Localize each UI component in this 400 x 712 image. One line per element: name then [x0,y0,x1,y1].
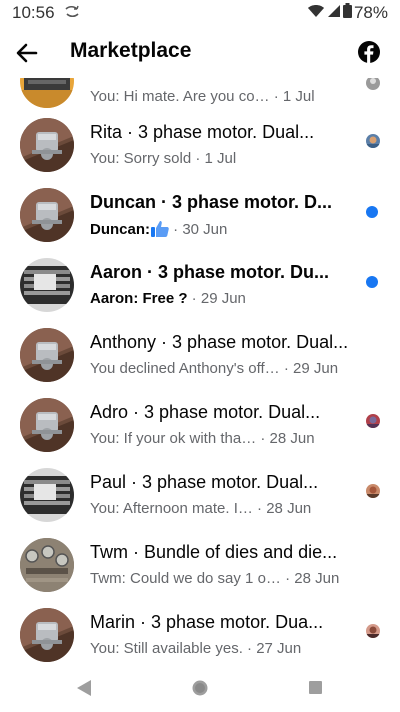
conversation-preview: You declined Anthony's off… · 29 Jun [90,360,338,377]
conversation-row[interactable]: Anthony · 3 phase motor. Dual... You dec… [0,320,400,390]
conversation-row[interactable]: Paul · 3 phase motor. Dual... You: After… [0,460,400,530]
conversation-title: Twm · Bundle of dies and die... [90,542,338,562]
preview-sender: Duncan: [90,221,150,238]
battery-icon [342,3,352,23]
conversation-preview: Duncan: · 30 Jun [90,220,227,241]
listing-thumbnail [20,258,74,312]
seen-avatar [366,134,380,148]
conversation-title: Adro · 3 phase motor. Dual... [90,402,321,422]
listing-thumbnail [20,78,74,108]
conversation-list[interactable]: You: Hi mate. Are you co… · 1 Jul Rita ·… [0,78,400,664]
signal-icon [327,3,341,23]
facebook-icon [358,41,380,63]
conversation-preview: Aaron: Free ? · 29 Jun [90,290,246,307]
conversation-row[interactable]: Aaron · 3 phase motor. Du... Aaron: Free… [0,250,400,320]
unread-indicator [366,276,378,288]
conversation-row[interactable]: Marin · 3 phase motor. Dua... You: Still… [0,600,400,664]
conversation-title: Aaron · 3 phase motor. Du... [90,262,330,282]
battery-percent: 78% [353,3,388,22]
page-title: Marketplace [70,39,192,62]
listing-thumbnail [20,608,74,662]
app-bar: Marketplace [0,26,400,78]
seen-avatar [366,484,380,498]
listing-thumbnail [20,538,74,592]
preview-date: · 29 Jun [187,290,246,307]
conversation-title: Marin · 3 phase motor. Dua... [90,612,324,632]
conversation-title: Paul · 3 phase motor. Dual... [90,472,319,492]
preview-text: You: Still available yes. · 27 Jun [90,640,302,657]
preview-text: Twm: Could we do say 1 o… · 28 Jun [90,570,340,587]
square-recents-icon[interactable] [308,680,323,700]
preview-text: You: Sorry sold · 1 Jul [90,150,237,167]
preview-text: You: If your ok with tha… · 28 Jun [90,430,315,447]
conversation-title: Duncan · 3 phase motor. D... [90,192,333,212]
triangle-back-icon[interactable] [76,679,92,702]
arrow-left-icon [16,43,38,63]
conversation-preview: You: Hi mate. Are you co… · 1 Jul [90,88,315,105]
conversation-row[interactable]: Twm · Bundle of dies and die... Twm: Cou… [0,530,400,600]
seen-avatar [366,624,380,638]
listing-thumbnail [20,188,74,242]
thumbs-up-icon [151,220,169,241]
circle-home-icon[interactable] [191,679,209,702]
unread-indicator [366,206,378,218]
conversation-preview: You: If your ok with tha… · 28 Jun [90,430,315,447]
back-button[interactable] [12,38,42,68]
conversation-preview: You: Still available yes. · 27 Jun [90,640,301,657]
conversation-preview: You: Sorry sold · 1 Jul [90,150,236,167]
preview-sender: Aaron: Free ? [90,290,188,307]
wifi-icon [307,3,325,23]
preview-text: You: Afternoon mate. I… · 28 Jun [90,500,312,517]
conversation-title: Anthony · 3 phase motor. Dual... [90,332,349,352]
status-bar: 10:56 78% [0,0,400,26]
system-nav-bar [0,664,400,712]
preview-date: · 30 Jun [169,221,228,238]
status-time: 10:56 [12,3,55,22]
conversation-row[interactable]: Rita · 3 phase motor. Dual... You: Sorry… [0,110,400,180]
listing-thumbnail [20,398,74,452]
facebook-button[interactable] [358,41,380,63]
preview-text: You declined Anthony's off… · 29 Jun [90,360,339,377]
listing-thumbnail [20,468,74,522]
conversation-preview: Twm: Could we do say 1 o… · 28 Jun [90,570,339,587]
sync-icon [64,5,80,24]
conversation-title: Rita · 3 phase motor. Dual... [90,122,315,142]
conversation-row[interactable]: Adro · 3 phase motor. Dual... You: If yo… [0,390,400,460]
conversation-row[interactable]: Duncan · 3 phase motor. D... Duncan: · 3… [0,180,400,250]
conversation-preview: You: Afternoon mate. I… · 28 Jun [90,500,311,517]
seen-avatar [366,78,380,90]
seen-avatar [366,414,380,428]
status-right: 78% [307,3,388,23]
listing-thumbnail [20,118,74,172]
listing-thumbnail [20,328,74,382]
